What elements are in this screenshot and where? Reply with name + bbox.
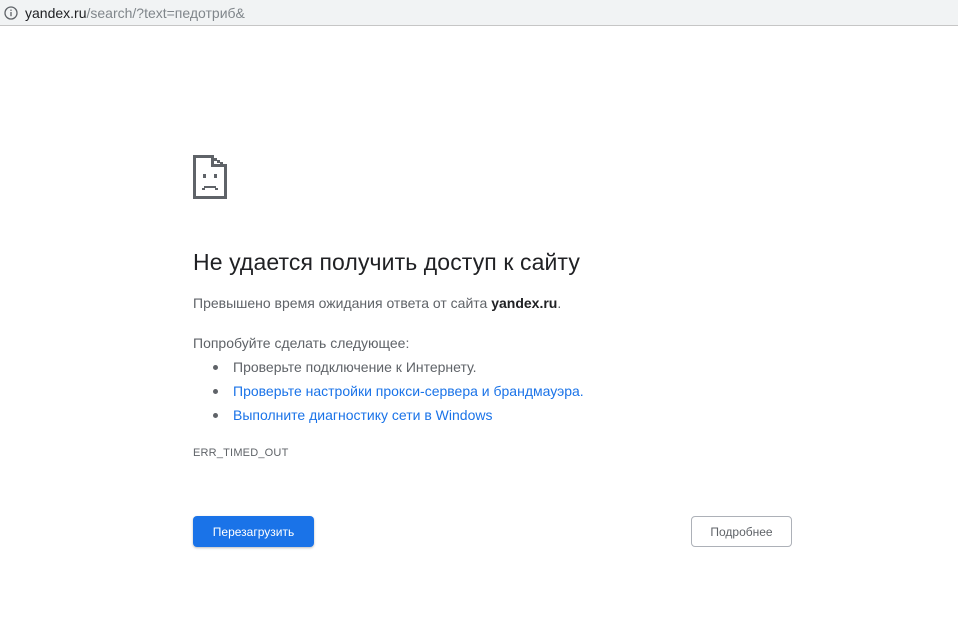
reload-button[interactable]: Перезагрузить xyxy=(193,516,314,547)
suggestion-check-connection: Проверьте подключение к Интернету. xyxy=(213,355,584,379)
try-heading: Попробуйте сделать следующее: xyxy=(193,335,410,351)
sad-page-icon xyxy=(193,155,227,199)
suggestions-list: Проверьте подключение к Интернету. Прове… xyxy=(193,355,584,427)
description-end: . xyxy=(557,295,562,311)
error-code: ERR_TIMED_OUT xyxy=(193,447,289,459)
details-button[interactable]: Подробнее xyxy=(691,516,792,547)
url-host: yandex.ru xyxy=(25,4,87,21)
info-icon[interactable] xyxy=(4,5,18,20)
error-title: Не удается получить доступ к сайту xyxy=(193,249,580,275)
description-text: Превышено время ожидания ответа от сайта xyxy=(193,295,492,311)
suggestion-network-diagnostics-link[interactable]: Выполните диагностику сети в Windows xyxy=(213,403,584,427)
suggestion-proxy-firewall-link[interactable]: Проверьте настройки прокси-сервера и бра… xyxy=(213,379,584,403)
url-path: /search/?text=педотриб& xyxy=(86,4,245,21)
site-name: yandex.ru xyxy=(491,295,558,311)
error-description: Превышено время ожидания ответа от сайта… xyxy=(193,295,561,311)
url-text[interactable]: yandex.ru/search/?text=педотриб& xyxy=(25,5,245,21)
address-bar[interactable]: yandex.ru/search/?text=педотриб& xyxy=(0,0,958,26)
